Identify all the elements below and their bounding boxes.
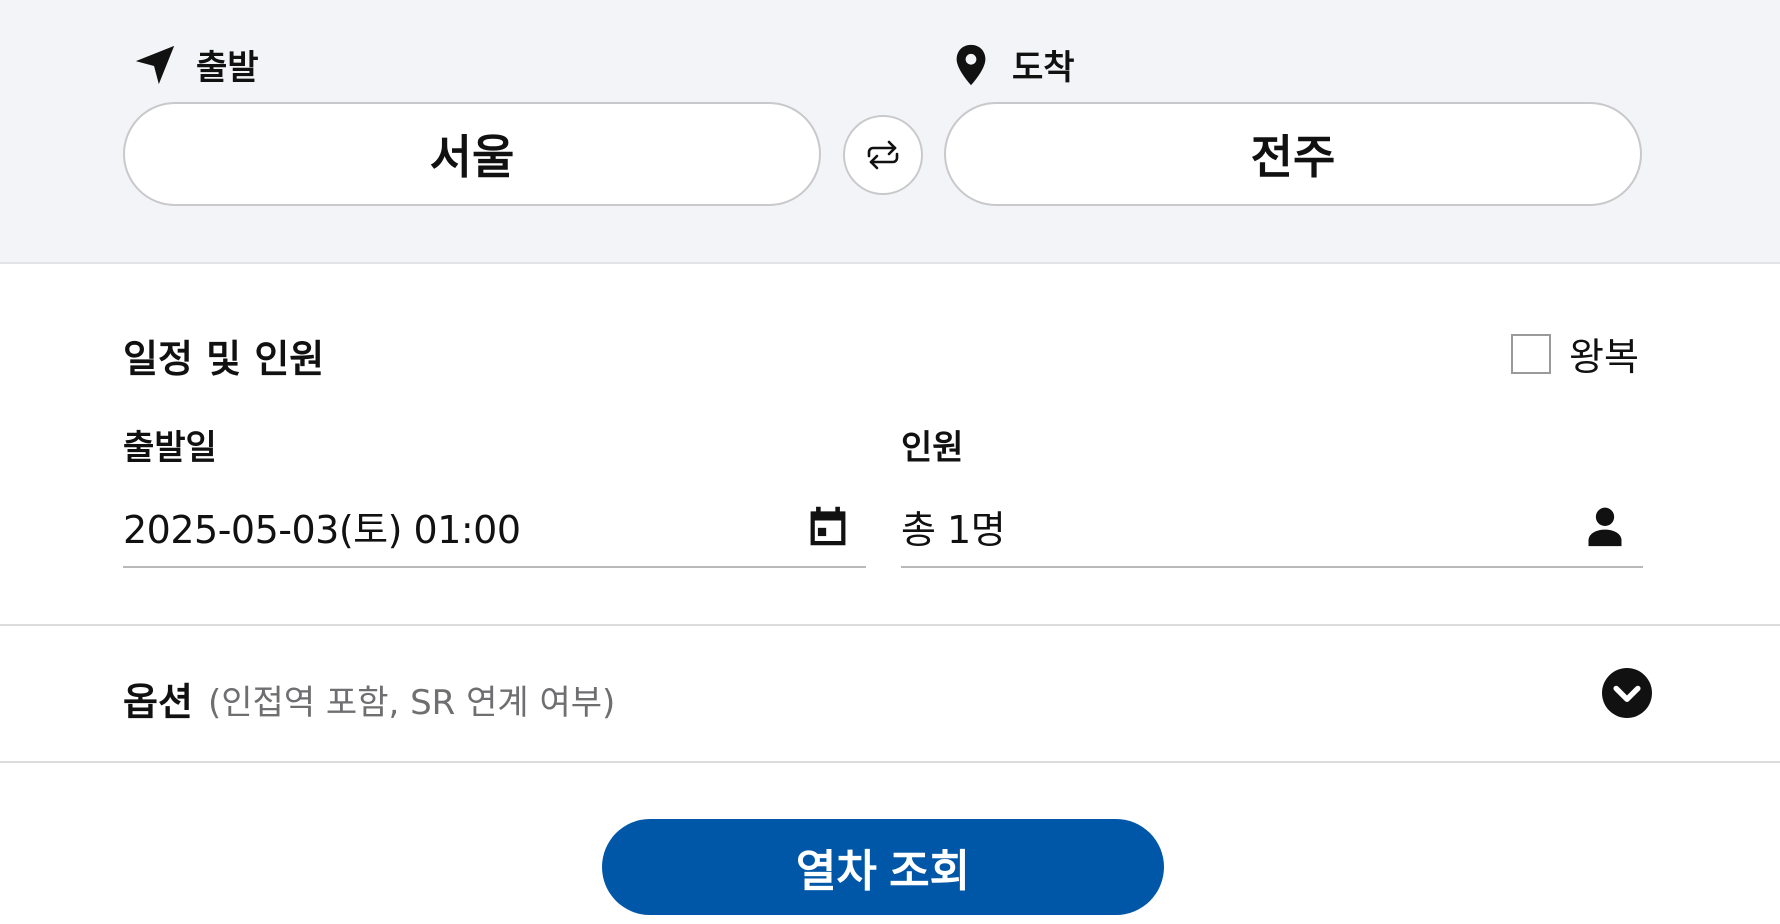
- person-icon: [1581, 502, 1629, 550]
- departure-date-label: 출발일: [123, 428, 217, 468]
- map-pin-icon: [948, 42, 994, 88]
- options-subtitle: (인접역 포함, SR 연계 여부): [208, 683, 616, 723]
- arrival-label: 도착: [948, 40, 1075, 89]
- arrival-label-text: 도착: [1012, 48, 1075, 88]
- swap-arrows-icon: [863, 135, 903, 175]
- passengers-field[interactable]: 총 1명: [901, 486, 1643, 568]
- departure-station-name: 서울: [429, 130, 515, 184]
- navigation-arrow-icon: [132, 42, 178, 88]
- arrival-station-button[interactable]: 전주: [944, 102, 1642, 206]
- options-title: 옵션: [123, 680, 193, 724]
- departure-label-text: 출발: [196, 48, 259, 88]
- departure-label: 출발: [132, 40, 259, 89]
- route-section: 출발 서울 도착 전주: [0, 0, 1780, 264]
- options-toggle[interactable]: 옵션 (인접역 포함, SR 연계 여부): [0, 628, 1780, 762]
- chevron-down-icon[interactable]: [1602, 668, 1652, 718]
- departure-date-value: 2025-05-03(토) 01:00: [123, 507, 521, 552]
- passengers-value: 총 1명: [901, 507, 1006, 552]
- arrival-station-name: 전주: [1250, 130, 1336, 184]
- swap-stations-button[interactable]: [843, 115, 923, 195]
- roundtrip-checkbox[interactable]: 왕복: [1511, 326, 1639, 381]
- checkbox-box[interactable]: [1511, 333, 1551, 374]
- calendar-icon: [804, 502, 852, 550]
- search-trains-button[interactable]: 열차 조회: [602, 819, 1164, 915]
- schedule-section-title: 일정 및 인원: [123, 337, 325, 381]
- options-top-divider: [0, 624, 1780, 626]
- passengers-label: 인원: [901, 428, 964, 468]
- options-bottom-divider: [0, 761, 1780, 763]
- roundtrip-label: 왕복: [1569, 335, 1639, 379]
- departure-station-button[interactable]: 서울: [123, 102, 821, 206]
- departure-date-field[interactable]: 2025-05-03(토) 01:00: [123, 486, 866, 568]
